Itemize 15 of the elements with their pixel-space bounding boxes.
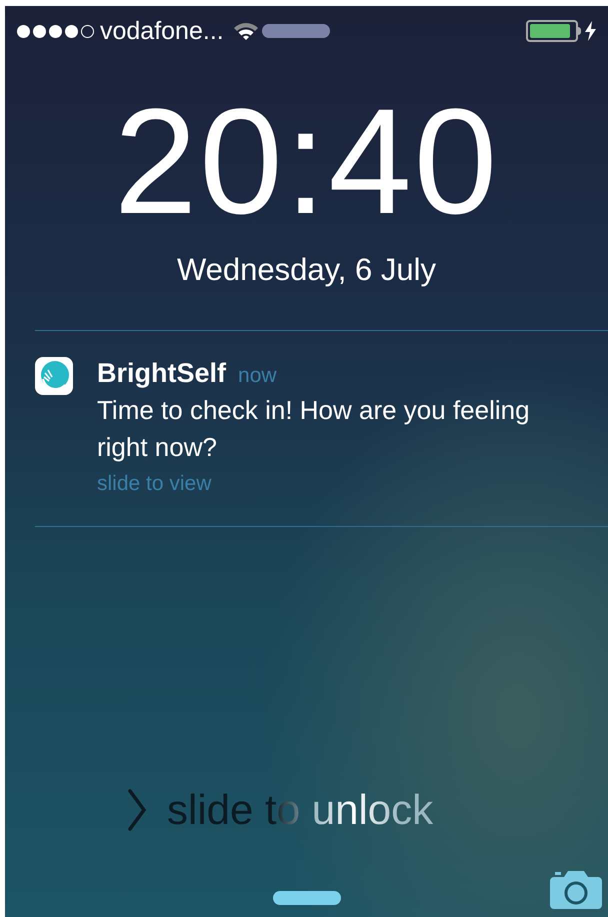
date-label: Wednesday, 6 July	[176, 254, 438, 285]
app-name: BrightSelf	[97, 357, 226, 389]
clock-time: 20:40	[112, 86, 500, 236]
camera-icon[interactable]	[550, 869, 602, 909]
app-icon	[35, 357, 73, 395]
chevron-icon	[127, 789, 147, 831]
notification-message: Time to check in! How are you feeling right now?	[97, 394, 531, 464]
notification-time: now	[238, 363, 277, 389]
wifi-icon	[232, 20, 260, 42]
carrier-name: vodafone...	[100, 18, 224, 44]
notification[interactable]: BrightSelf now Time to check in! How are you feeling right now? slide to view	[35, 331, 608, 526]
blurred-bar	[262, 24, 330, 38]
battery-icon	[526, 20, 581, 42]
slide-to-view-hint: slide to view	[97, 470, 212, 496]
home-indicator[interactable]	[272, 891, 340, 905]
